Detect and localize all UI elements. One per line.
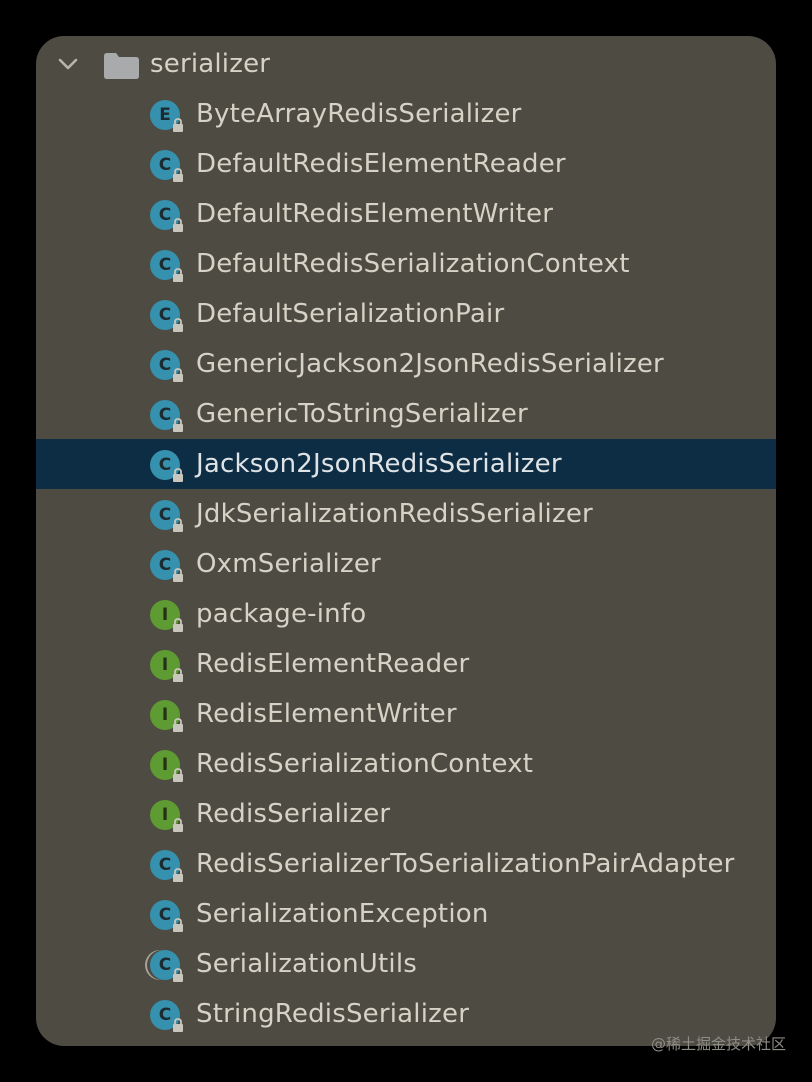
interface-icon: I	[150, 800, 183, 832]
interface-icon: I	[150, 650, 183, 682]
tree-item-label: Jackson2JsonRedisSerializer	[196, 449, 562, 479]
lock-icon	[173, 368, 183, 382]
class-icon: C	[150, 200, 183, 232]
tree-item-label: RedisSerializerToSerializationPairAdapte…	[196, 849, 735, 879]
tree-item-label: RedisSerializer	[196, 799, 391, 829]
lock-icon	[173, 518, 183, 532]
tree-item-label: RedisElementWriter	[196, 699, 457, 729]
class-icon: C	[150, 850, 183, 882]
project-tree-panel: serializer E ByteArrayRedisSerializer C Def…	[36, 36, 776, 1046]
lock-icon	[173, 1018, 183, 1032]
tree-item[interactable]: I RedisElementWriter	[36, 689, 776, 739]
lock-icon	[173, 868, 183, 882]
lock-icon	[173, 268, 183, 282]
lock-icon	[173, 168, 183, 182]
tree-item-label: DefaultRedisSerializationContext	[196, 249, 630, 279]
lock-icon	[173, 918, 183, 932]
tree-item-label: DefaultRedisElementReader	[196, 149, 566, 179]
lock-icon	[173, 568, 183, 582]
interface-icon: I	[150, 700, 183, 732]
tree-item[interactable]: C DefaultRedisElementWriter	[36, 189, 776, 239]
abstract-class-icon: C	[150, 950, 183, 982]
folder-row-serializer[interactable]: serializer	[36, 39, 776, 89]
lock-icon	[173, 768, 183, 782]
lock-icon	[173, 618, 183, 632]
lock-icon	[173, 718, 183, 732]
tree-item-label: ByteArrayRedisSerializer	[196, 99, 522, 129]
tree-item[interactable]: C SerializationException	[36, 889, 776, 939]
tree-item[interactable]: C DefaultSerializationPair	[36, 289, 776, 339]
tree-item[interactable]: C GenericJackson2JsonRedisSerializer	[36, 339, 776, 389]
lock-icon	[173, 418, 183, 432]
tree-item[interactable]: I RedisElementReader	[36, 639, 776, 689]
tree-item-label: StringRedisSerializer	[196, 999, 470, 1029]
tree-item-label: OxmSerializer	[196, 549, 381, 579]
tree-item[interactable]: Ipackage-info	[36, 589, 776, 639]
class-icon: C	[150, 350, 183, 382]
tree-item[interactable]: I RedisSerializer	[36, 789, 776, 839]
interface-icon: I	[150, 600, 183, 632]
interface-icon: I	[150, 750, 183, 782]
lock-icon	[173, 468, 183, 482]
class-icon: C	[150, 400, 183, 432]
tree-item-label: SerializationUtils	[196, 949, 417, 979]
class-icon: C	[150, 250, 183, 282]
folder-icon	[104, 53, 139, 79]
class-icon: C	[150, 150, 183, 182]
watermark: @稀土掘金技术社区	[650, 1035, 786, 1053]
tree-item[interactable]: C SerializationUtils	[36, 939, 776, 989]
tree-item[interactable]: C Jackson2JsonRedisSerializer	[36, 439, 776, 489]
folder-label: serializer	[150, 49, 271, 79]
class-icon: C	[150, 900, 183, 932]
tree-item-label: DefaultRedisElementWriter	[196, 199, 554, 229]
tree-item[interactable]: C JdkSerializationRedisSerializer	[36, 489, 776, 539]
tree-item-label: GenericToStringSerializer	[196, 399, 528, 429]
tree-item-label: RedisSerializationContext	[196, 749, 534, 779]
class-icon: C	[150, 1000, 183, 1032]
tree-item-label: package-info	[196, 599, 367, 629]
tree-item[interactable]: E ByteArrayRedisSerializer	[36, 89, 776, 139]
tree-item[interactable]: I RedisSerializationContext	[36, 739, 776, 789]
lock-icon	[173, 668, 183, 682]
class-icon: C	[150, 550, 183, 582]
tree-item[interactable]: C DefaultRedisElementReader	[36, 139, 776, 189]
tree-item[interactable]: C DefaultRedisSerializationContext	[36, 239, 776, 289]
lock-icon	[173, 818, 183, 832]
lock-icon	[173, 218, 183, 232]
tree-item-label: GenericJackson2JsonRedisSerializer	[196, 349, 664, 379]
lock-icon	[173, 318, 183, 332]
tree-item-label: DefaultSerializationPair	[196, 299, 505, 329]
tree-item-label: RedisElementReader	[196, 649, 470, 679]
tree-item-label: SerializationException	[196, 899, 489, 929]
lock-icon	[173, 968, 183, 982]
enum-icon: E	[150, 100, 183, 132]
tree-item[interactable]: C RedisSerializerToSerializationPairAdapt…	[36, 839, 776, 889]
lock-icon	[173, 118, 183, 132]
class-icon: C	[150, 300, 183, 332]
class-icon: C	[150, 500, 183, 532]
tree-item[interactable]: C GenericToStringSerializer	[36, 389, 776, 439]
tree-item[interactable]: C StringRedisSerializer	[36, 989, 776, 1039]
chevron-down-icon[interactable]	[56, 52, 80, 76]
tree-item-label: JdkSerializationRedisSerializer	[196, 499, 593, 529]
tree-item[interactable]: C OxmSerializer	[36, 539, 776, 589]
class-icon: C	[150, 450, 183, 482]
